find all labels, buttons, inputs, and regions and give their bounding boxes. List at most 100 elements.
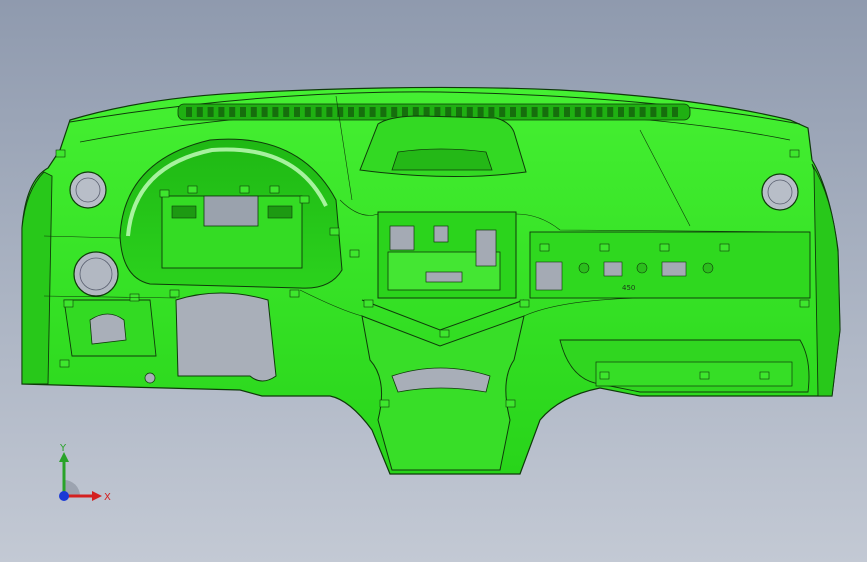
grille-slot — [261, 107, 268, 117]
right-speaker — [761, 173, 799, 211]
grille-slot — [564, 107, 570, 117]
passenger-slot-1 — [535, 261, 563, 291]
y-axis-label: Y — [59, 443, 67, 454]
mounting-clip — [505, 399, 516, 408]
passenger-bolt-2 — [636, 262, 648, 274]
mounting-clip — [269, 185, 280, 194]
mounting-clip — [55, 149, 66, 158]
grille-slot — [315, 107, 322, 117]
grille-slot — [531, 107, 538, 117]
grille-slot — [250, 107, 257, 117]
grille-slot — [510, 107, 516, 117]
mounting-clip — [329, 227, 340, 236]
grille-slot — [456, 107, 462, 117]
mounting-clip — [599, 243, 610, 252]
mounting-clip — [59, 359, 70, 368]
grille-slot — [585, 107, 592, 117]
left-speaker — [69, 171, 107, 209]
grille-slot — [488, 107, 495, 117]
mounting-clip — [363, 299, 374, 308]
mounting-clip — [759, 371, 770, 380]
left-lower-cutout — [89, 313, 127, 345]
grille-slot — [229, 107, 236, 117]
grille-slot — [348, 107, 354, 117]
grille-slot — [434, 107, 441, 117]
mounting-clip — [187, 185, 198, 194]
grille-slot — [380, 107, 387, 117]
mounting-clip — [349, 249, 360, 258]
grille-slot — [240, 107, 246, 117]
grille-slot — [672, 107, 678, 117]
grille-slot — [326, 107, 333, 117]
grille-slot — [596, 107, 603, 117]
grille-slot — [304, 107, 311, 117]
grille-slot — [553, 107, 560, 117]
mounting-clip — [799, 299, 810, 308]
mounting-clip — [169, 289, 180, 298]
z-axis-dot — [59, 491, 69, 501]
view-triad[interactable]: Y X — [50, 440, 120, 510]
mounting-clip — [63, 299, 74, 308]
grille-slot — [423, 107, 430, 117]
grille-slot — [412, 107, 419, 117]
mounting-clip — [289, 289, 300, 298]
grille-slot — [445, 107, 452, 117]
radio-slot-right — [475, 229, 497, 267]
grille-slot — [607, 107, 614, 117]
mounting-clip — [299, 195, 310, 204]
grille-slot — [207, 107, 214, 117]
radio-slot-bottom — [425, 271, 463, 283]
grille-slot — [477, 107, 484, 117]
mounting-clip — [379, 399, 390, 408]
grille-slot — [218, 107, 225, 117]
mounting-clip — [699, 371, 710, 380]
grille-slot — [520, 107, 527, 117]
grille-slot — [186, 107, 192, 117]
grille-slot — [369, 107, 376, 117]
grille-slot — [358, 107, 365, 117]
x-axis-arrow — [92, 491, 102, 501]
passenger-bolt-3 — [702, 262, 714, 274]
console-cutout — [391, 367, 491, 393]
grille-slot — [499, 107, 506, 117]
passenger-slot-2 — [661, 261, 687, 277]
radio-slot-left — [389, 225, 415, 251]
passenger-slot-3 — [603, 261, 623, 277]
mounting-clip — [789, 149, 800, 158]
left-lower-hole — [144, 372, 156, 384]
mounting-clip — [659, 243, 670, 252]
grille-slot — [272, 107, 279, 117]
passenger-bolt-1 — [578, 262, 590, 274]
center-display-recess — [391, 148, 493, 171]
grille-slot — [391, 107, 398, 117]
knee-bolster-opening — [175, 292, 277, 382]
cluster-slot-left — [171, 205, 197, 219]
grille-slot — [402, 107, 408, 117]
grille-slot — [574, 107, 581, 117]
mounting-clip — [519, 299, 530, 308]
grille-slot — [639, 107, 646, 117]
x-axis-label: X — [104, 492, 111, 503]
dashboard-model[interactable]: 450 — [0, 0, 867, 562]
grille-slot — [618, 107, 624, 117]
left-end-cap — [21, 171, 53, 385]
grille-slot — [294, 107, 300, 117]
grille-slot — [466, 107, 473, 117]
mounting-clip — [719, 243, 730, 252]
mounting-clip — [599, 371, 610, 380]
cluster-slot-right — [267, 205, 293, 219]
grille-slot — [628, 107, 635, 117]
grille-slot — [542, 107, 549, 117]
graphics-viewport[interactable]: 450 Y X — [0, 0, 867, 562]
grille-slot — [283, 107, 290, 117]
mounting-clip — [239, 185, 250, 194]
grille-slot — [661, 107, 668, 117]
mounting-clip — [159, 189, 170, 198]
grille-slot — [196, 107, 203, 117]
radio-slot-top — [433, 225, 449, 243]
grille-slot — [650, 107, 657, 117]
part-number-label: 450 — [622, 284, 635, 292]
left-side-vent — [73, 251, 119, 297]
mounting-clip — [439, 329, 450, 338]
mounting-clip — [539, 243, 550, 252]
